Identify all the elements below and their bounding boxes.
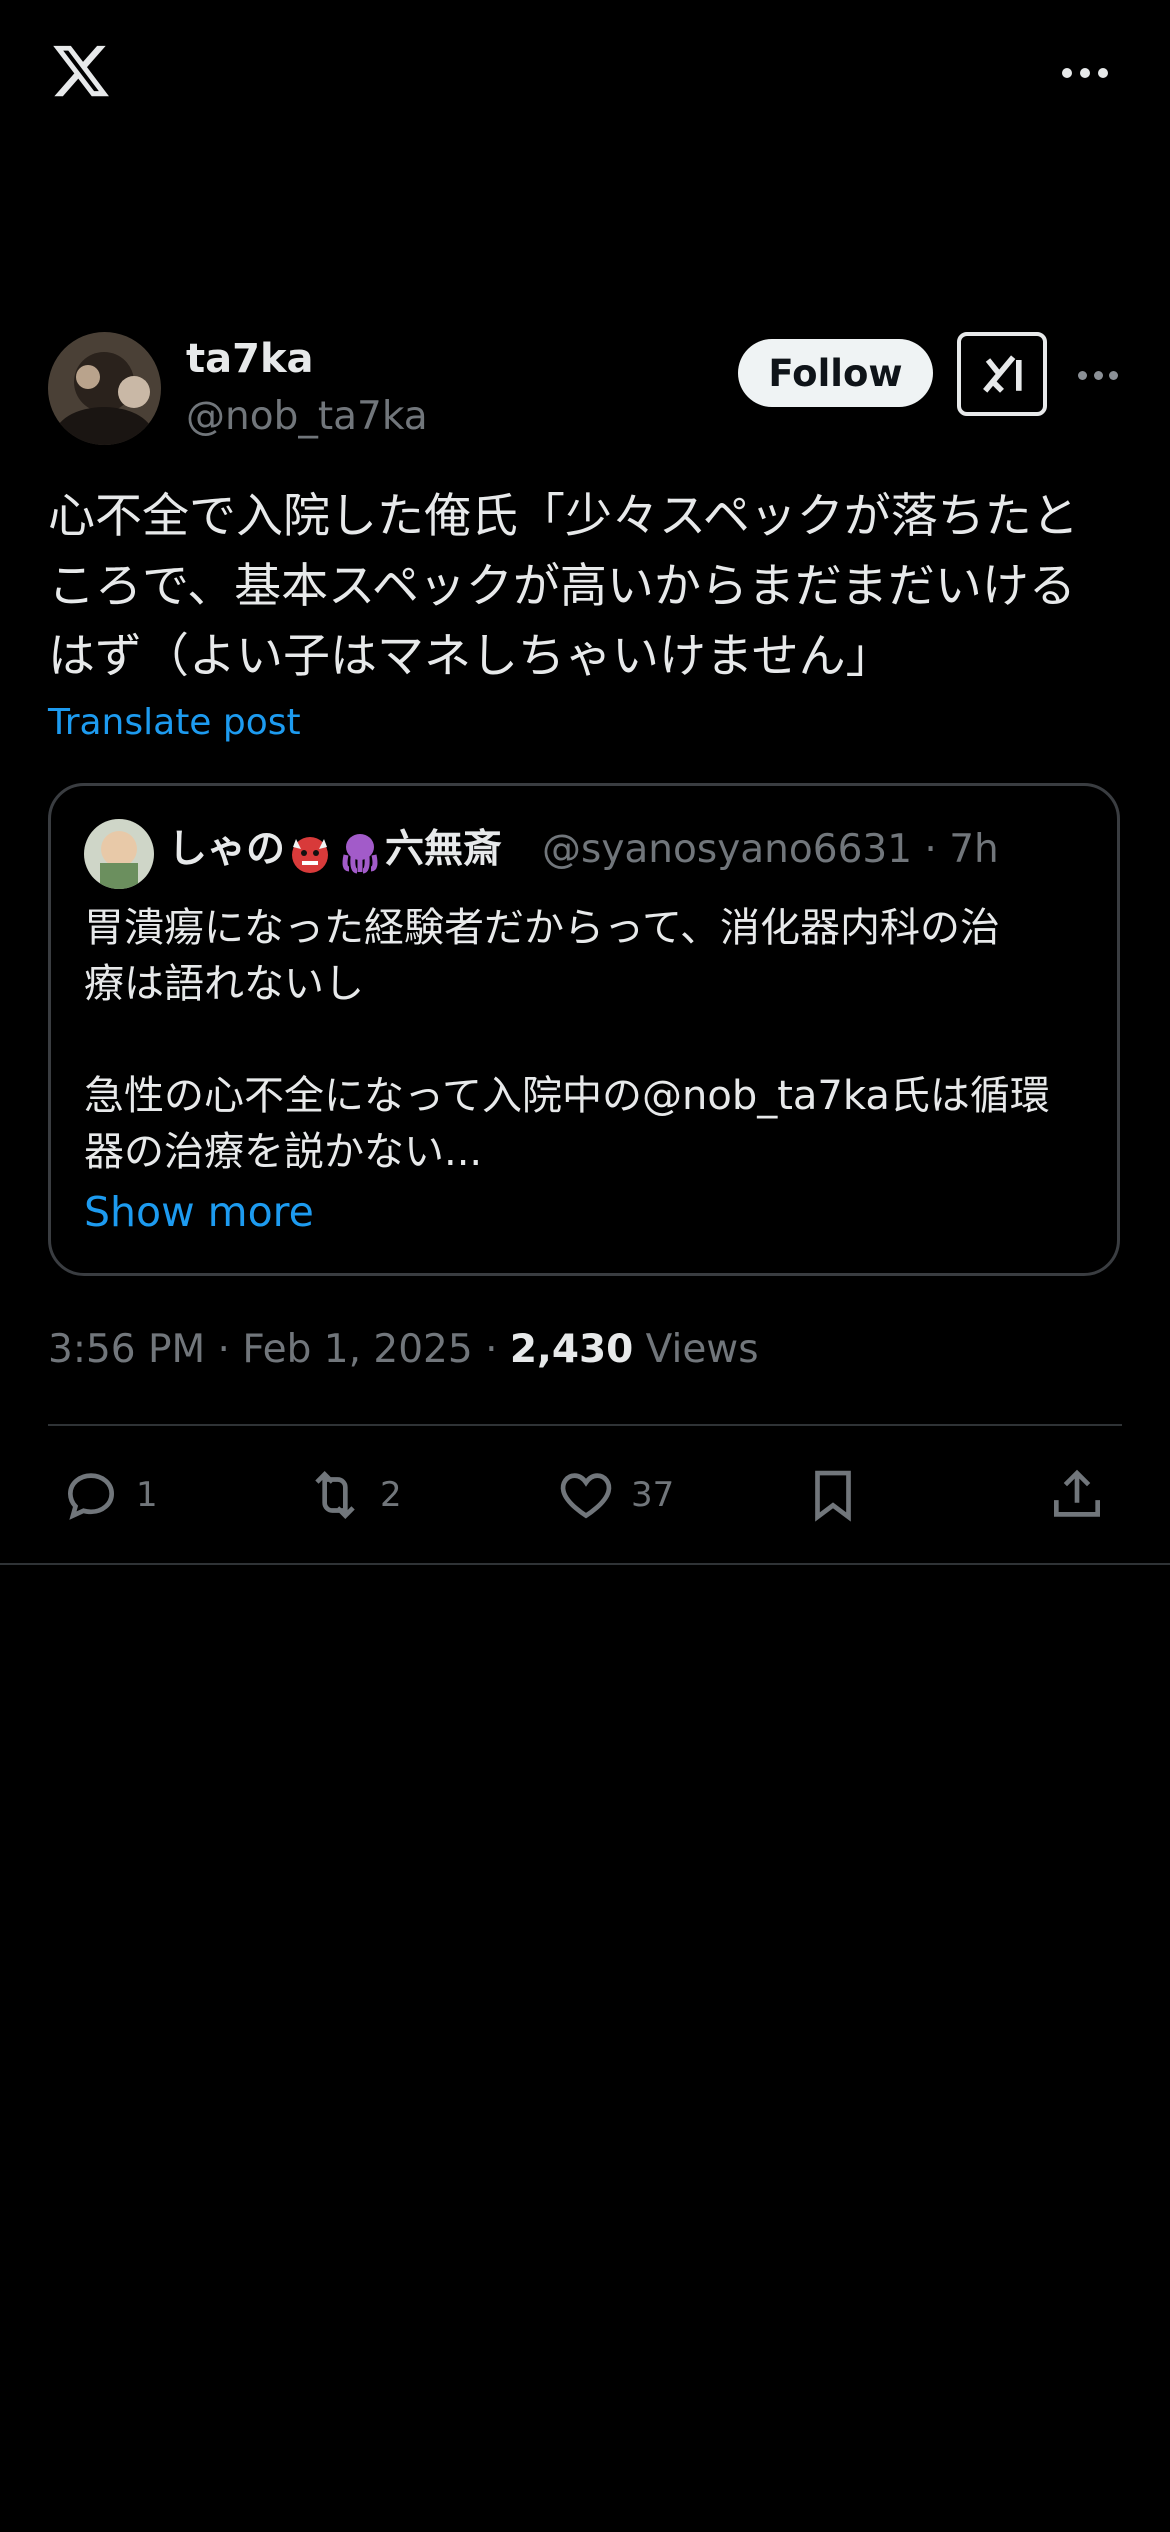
author-handle[interactable]: @nob_ta7ka — [186, 392, 428, 442]
quote-author-name: しゃの 六無斎 — [168, 822, 502, 878]
oni-emoji-icon — [287, 829, 333, 875]
like-count: 37 — [631, 1475, 675, 1515]
post-time: 3:56 PM — [48, 1327, 206, 1372]
grok-icon[interactable] — [957, 332, 1047, 416]
views-label: Views — [645, 1327, 759, 1372]
post-meta: 3:56 PM · Feb 1, 2025 · 2,430 Views — [48, 1327, 759, 1372]
author-name[interactable]: ta7ka — [186, 334, 314, 384]
heart-icon — [560, 1473, 612, 1519]
post-date: Feb 1, 2025 — [242, 1327, 473, 1372]
quote-name-part2: 六無斎 — [385, 827, 503, 872]
repost-button[interactable]: 2 — [304, 1460, 402, 1530]
translate-link[interactable]: Translate post — [48, 698, 301, 748]
like-button[interactable]: 37 — [555, 1460, 674, 1530]
divider-bottom — [0, 1563, 1170, 1565]
x-logo-icon[interactable] — [48, 40, 114, 102]
share-icon — [1054, 1469, 1100, 1517]
quote-avatar — [84, 819, 154, 889]
octopus-emoji-icon — [337, 829, 383, 875]
share-button[interactable] — [1046, 1460, 1108, 1530]
reply-icon — [68, 1473, 114, 1520]
reply-button[interactable]: 1 — [60, 1460, 158, 1530]
bookmark-button[interactable] — [802, 1460, 864, 1530]
repost-icon — [315, 1471, 355, 1519]
quote-text: 胃潰瘍になった経験者だからって、消化器内科の治 療は語れないし 急性の心不全にな… — [84, 905, 1050, 1175]
follow-button[interactable]: Follow — [738, 339, 933, 407]
quote-name-part1: しゃの — [168, 827, 286, 872]
post-more-icon[interactable] — [1078, 370, 1118, 380]
avatar[interactable] — [48, 332, 161, 445]
repost-count: 2 — [380, 1475, 402, 1515]
divider — [48, 1424, 1122, 1426]
views-count: 2,430 — [509, 1327, 634, 1372]
show-more-link[interactable]: Show more — [84, 1184, 314, 1240]
quote-handle-time: @syanosyano6631 · 7h — [542, 827, 999, 872]
reply-count: 1 — [136, 1475, 158, 1515]
post-text: 心不全で入院した俺氏「少々スペックが落ちたと ころで、基本スペックが高いからまだ… — [48, 489, 1079, 684]
more-icon[interactable] — [1062, 66, 1108, 80]
bookmark-icon — [815, 1470, 851, 1522]
